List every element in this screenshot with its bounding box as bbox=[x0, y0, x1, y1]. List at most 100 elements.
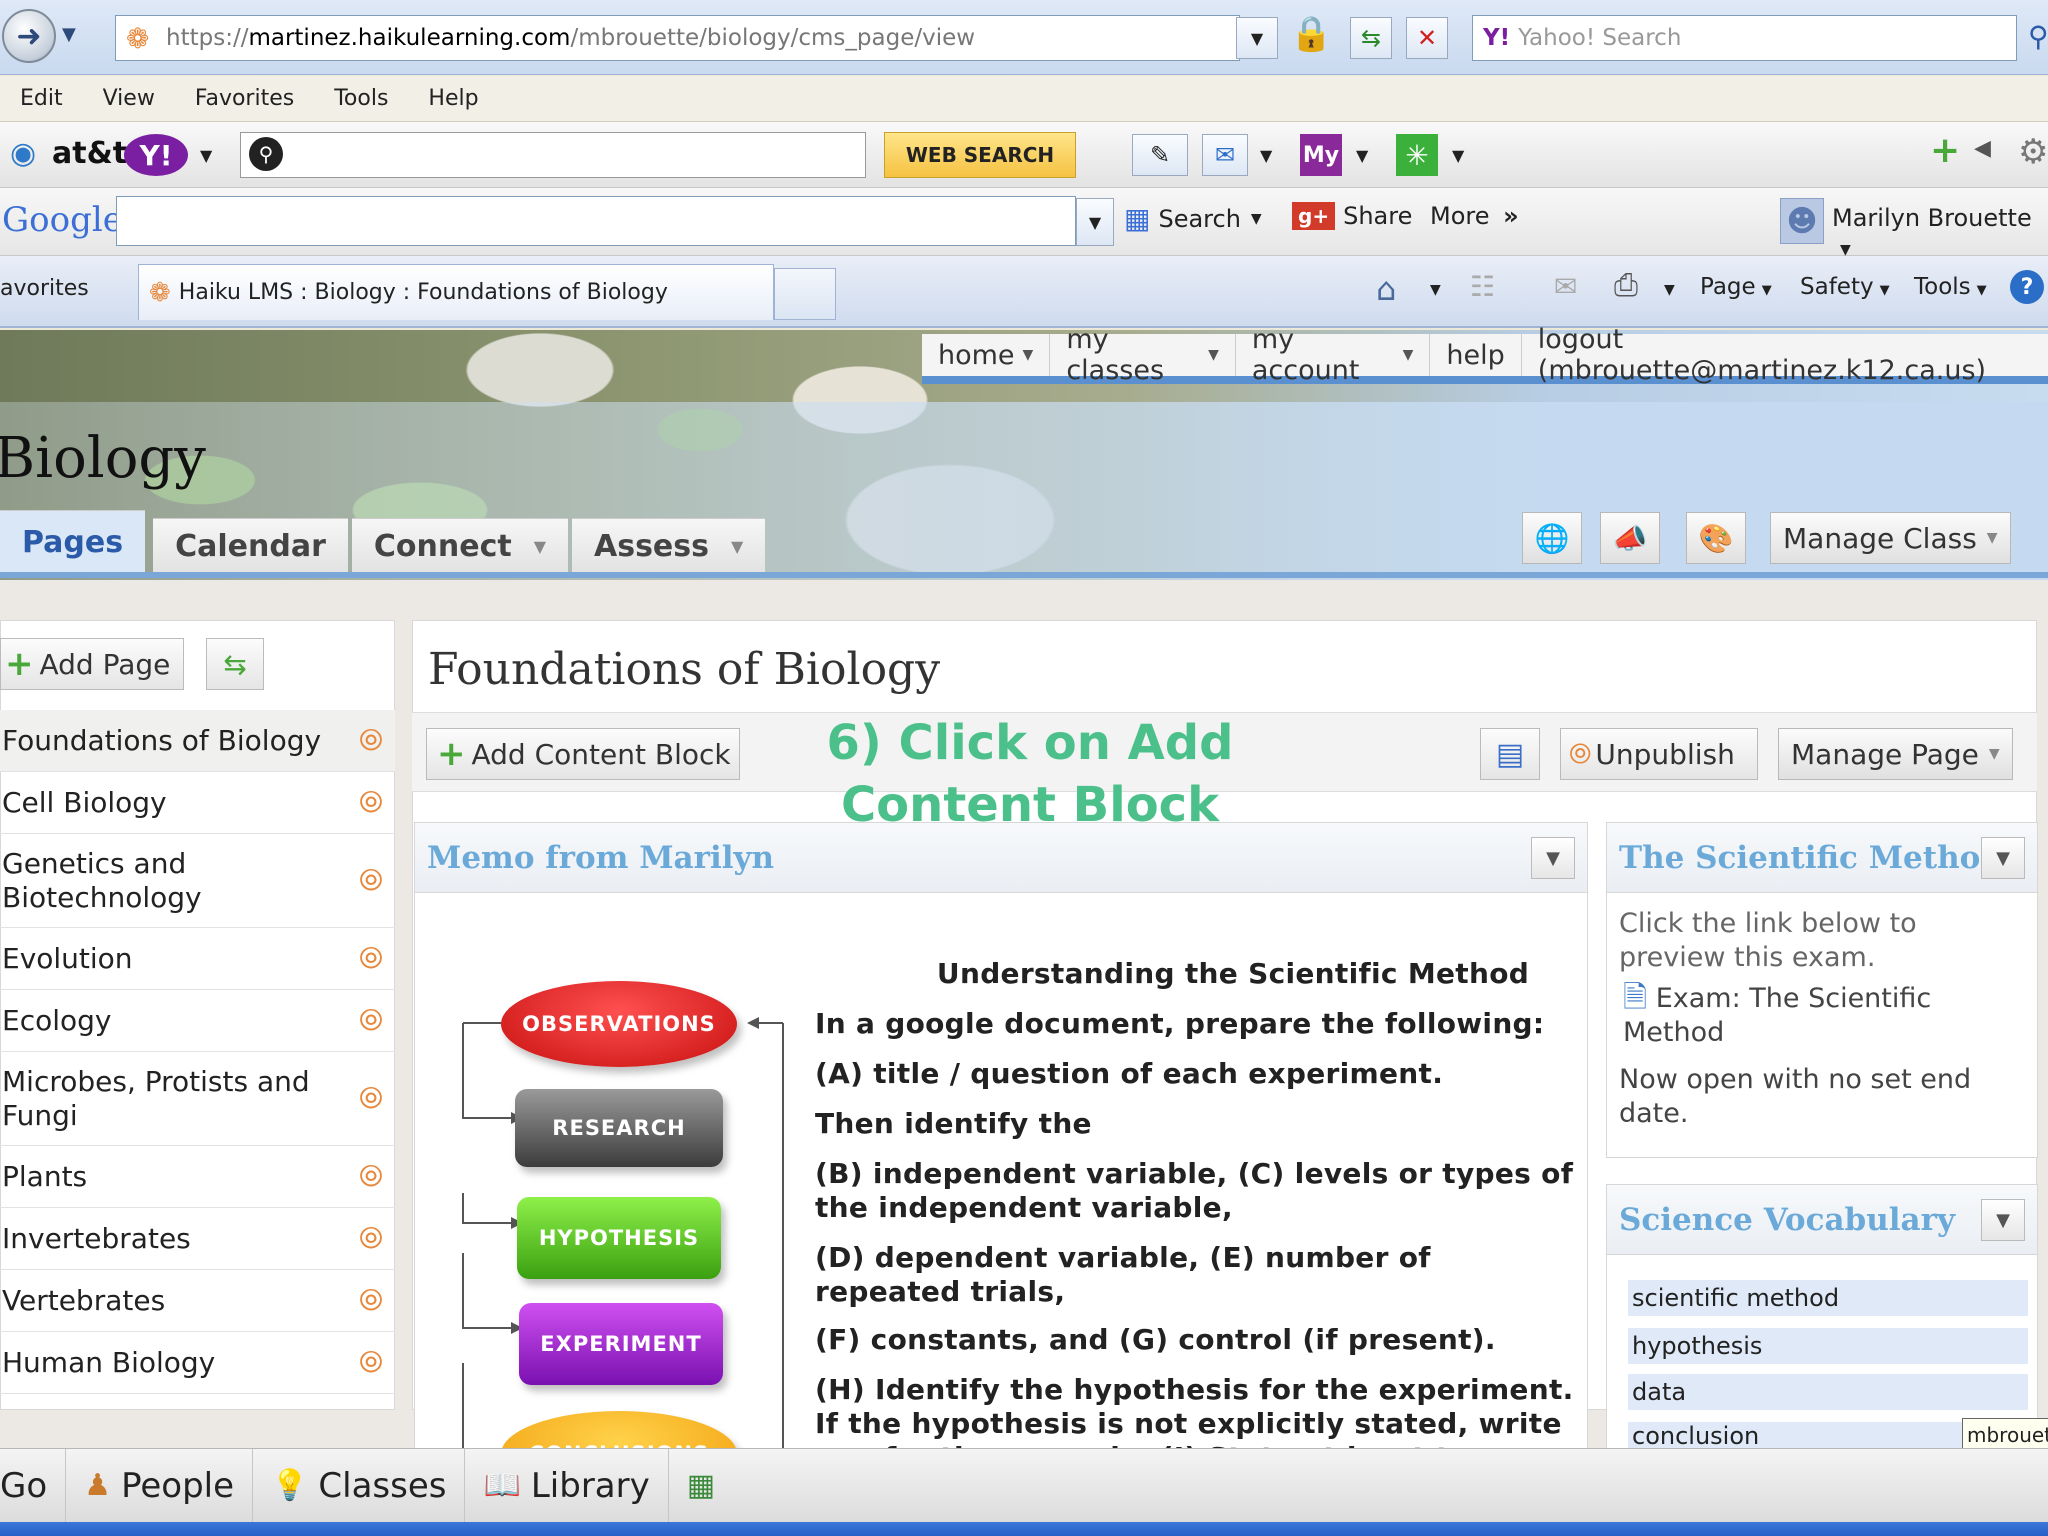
settings-gear-icon[interactable]: ⚙ bbox=[2018, 132, 2048, 172]
google-more-button[interactable]: More » bbox=[1430, 202, 1519, 230]
rss-feed-icon[interactable]: ⦾ bbox=[353, 863, 389, 899]
lock-icon[interactable]: 🔒 bbox=[1290, 14, 1332, 54]
widget-icon[interactable]: ✳ bbox=[1396, 134, 1438, 176]
command-tools-menu[interactable]: Tools ▼ bbox=[1914, 274, 1987, 300]
menu-favorites[interactable]: Favorites bbox=[195, 86, 294, 111]
my-yahoo-caret-icon[interactable]: ▼ bbox=[1356, 146, 1368, 165]
tab-calendar[interactable]: Calendar bbox=[153, 518, 348, 574]
page-item-vertebrates[interactable]: Vertebrates ⦾ bbox=[0, 1270, 395, 1332]
globe-icon[interactable]: 🌐 bbox=[1522, 512, 1582, 564]
add-page-button[interactable]: + Add Page bbox=[0, 638, 184, 690]
page-item-microbes-protists-and-fungi[interactable]: Microbes, Protists and Fungi ⦾ bbox=[0, 1052, 395, 1146]
rss-feed-icon[interactable]: ⦾ bbox=[353, 1345, 389, 1381]
url-field[interactable]: ❁ https://martinez.haikulearning.com/mbr… bbox=[115, 15, 1240, 61]
my-yahoo-icon[interactable]: My bbox=[1300, 134, 1342, 176]
bottom-google-apps-button[interactable]: ▦ bbox=[669, 1449, 743, 1522]
bottom-library-button[interactable]: 📖 Library bbox=[465, 1449, 669, 1522]
print-icon[interactable]: ⎙ bbox=[1614, 268, 1638, 303]
google-search-button[interactable]: ▦ Search ▼ bbox=[1124, 202, 1262, 235]
add-content-block-button[interactable]: + Add Content Block bbox=[426, 728, 740, 780]
manage-page-button[interactable]: Manage Page ▼ bbox=[1778, 728, 2013, 780]
browser-tab-active[interactable]: ❁ Haiku LMS : Biology : Foundations of B… bbox=[138, 264, 774, 320]
nav-home[interactable]: home ▼ bbox=[922, 334, 1051, 376]
home-caret-icon[interactable]: ▼ bbox=[1430, 282, 1441, 298]
rss-feed-icon[interactable]: ⦾ bbox=[353, 1159, 389, 1195]
page-item-genetics-and-biotechnology[interactable]: Genetics and Biotechnology ⦾ bbox=[0, 834, 395, 928]
layout-icon[interactable]: ▤ bbox=[1480, 728, 1540, 780]
web-search-button[interactable]: WEB SEARCH bbox=[884, 132, 1076, 178]
nav-my-classes[interactable]: my classes ▼ bbox=[1050, 324, 1236, 386]
print-caret-icon[interactable]: ▼ bbox=[1664, 282, 1675, 298]
collapse-caret-icon[interactable]: ▼ bbox=[1981, 837, 2025, 879]
att-label[interactable]: at&t bbox=[52, 136, 127, 171]
google-share-button[interactable]: g+ Share bbox=[1292, 202, 1412, 230]
yahoo-search-field[interactable]: Y! Yahoo! Search bbox=[1472, 15, 2017, 61]
refresh-icon[interactable]: ⇆ bbox=[1350, 17, 1392, 59]
user-avatar[interactable]: ☻ bbox=[1780, 198, 1824, 244]
menu-edit[interactable]: Edit bbox=[20, 86, 63, 111]
pencil-icon[interactable]: ✎ bbox=[1132, 134, 1188, 176]
widget-caret-icon[interactable]: ▼ bbox=[1452, 146, 1464, 165]
nav-my-account[interactable]: my account ▼ bbox=[1236, 324, 1431, 386]
rss-feed-icon[interactable]: ⦾ bbox=[353, 723, 389, 759]
rss-feed-icon[interactable]: ⦾ bbox=[353, 1283, 389, 1319]
nav-logout[interactable]: logout (mbrouette@martinez.k12.ca.us) bbox=[1522, 324, 2048, 386]
menu-tools[interactable]: Tools bbox=[334, 86, 388, 111]
feeds-icon[interactable]: ☷ bbox=[1470, 270, 1495, 303]
unpublish-button[interactable]: ⦾ Unpublish bbox=[1560, 728, 1758, 780]
page-item-plants[interactable]: Plants ⦾ bbox=[0, 1146, 395, 1208]
history-dropdown-icon[interactable]: ▼ bbox=[62, 24, 76, 45]
command-page-menu[interactable]: Page ▼ bbox=[1700, 274, 1772, 300]
page-item-human-biology[interactable]: Human Biology ⦾ bbox=[0, 1332, 395, 1394]
vocab-item[interactable]: hypothesis bbox=[1628, 1328, 2028, 1364]
google-search-dropdown-icon[interactable]: ▼ bbox=[1076, 198, 1114, 246]
help-icon[interactable]: ? bbox=[2010, 270, 2044, 304]
read-mail-icon[interactable]: ✉ bbox=[1554, 270, 1577, 303]
tab-connect[interactable]: Connect ▼ bbox=[351, 518, 568, 574]
bottom-people-button[interactable]: ♟ People bbox=[66, 1449, 254, 1522]
rss-feed-icon[interactable]: ⦾ bbox=[353, 1003, 389, 1039]
nav-help[interactable]: help bbox=[1430, 334, 1522, 376]
theme-palette-icon[interactable]: 🎨 bbox=[1686, 512, 1746, 564]
page-item-evolution[interactable]: Evolution ⦾ bbox=[0, 928, 395, 990]
collapse-caret-icon[interactable]: ▼ bbox=[1531, 837, 1575, 879]
rss-feed-icon[interactable]: ⦾ bbox=[353, 941, 389, 977]
vocab-item[interactable]: data bbox=[1628, 1374, 2028, 1410]
rss-feed-icon[interactable]: ⦾ bbox=[353, 1221, 389, 1257]
favorites-label[interactable]: avorites bbox=[0, 276, 89, 301]
mail-icon[interactable]: ✉ bbox=[1202, 134, 1248, 176]
exam-link[interactable]: 🗎 Exam: The Scientific Method bbox=[1623, 981, 2023, 1050]
announce-icon[interactable]: 📣 bbox=[1600, 512, 1660, 564]
menu-view[interactable]: View bbox=[103, 86, 155, 111]
collapse-caret-icon[interactable]: ▼ bbox=[1981, 1199, 2025, 1241]
rss-feed-icon[interactable]: ⦾ bbox=[353, 785, 389, 821]
page-item-ecology[interactable]: Ecology ⦾ bbox=[0, 990, 395, 1052]
command-safety-menu[interactable]: Safety ▼ bbox=[1800, 274, 1890, 300]
page-item-invertebrates[interactable]: Invertebrates ⦾ bbox=[0, 1208, 395, 1270]
add-button-icon[interactable]: + bbox=[1930, 130, 1960, 171]
vocab-item[interactable]: scientific method bbox=[1628, 1280, 2028, 1316]
tab-assess[interactable]: Assess ▼ bbox=[572, 518, 766, 574]
new-tab-button[interactable] bbox=[774, 268, 836, 320]
reorder-pages-icon[interactable]: ⇆ bbox=[206, 638, 264, 690]
rss-feed-icon[interactable]: ⦾ bbox=[353, 1081, 389, 1117]
search-go-icon[interactable]: ⚲ bbox=[2028, 20, 2048, 53]
tab-pages[interactable]: Pages bbox=[0, 510, 146, 574]
yahoo-menu-caret-icon[interactable]: ▼ bbox=[200, 146, 212, 165]
home-icon[interactable]: ⌂ bbox=[1376, 270, 1396, 308]
back-icon[interactable]: ➜ bbox=[2, 9, 56, 63]
manage-class-button[interactable]: Manage Class ▼ bbox=[1770, 512, 2011, 564]
yahoo-toolbar-search-input[interactable]: ⚲ bbox=[240, 132, 866, 178]
menu-help[interactable]: Help bbox=[428, 86, 478, 111]
google-user-menu[interactable]: Marilyn Brouette ▼ bbox=[1832, 204, 2048, 260]
google-search-input[interactable] bbox=[116, 196, 1076, 246]
page-item-foundations-of-biology[interactable]: Foundations of Biology ⦾ bbox=[0, 710, 395, 772]
page-item-cell-biology[interactable]: Cell Biology ⦾ bbox=[0, 772, 395, 834]
url-dropdown-icon[interactable]: ▼ bbox=[1236, 17, 1278, 59]
yahoo-logo-icon[interactable]: Y! bbox=[124, 134, 188, 176]
bottom-go-button[interactable]: Go bbox=[0, 1449, 67, 1522]
mail-caret-icon[interactable]: ▼ bbox=[1260, 146, 1272, 165]
stop-icon[interactable]: ✕ bbox=[1406, 17, 1448, 59]
scroll-left-icon[interactable]: ◀ bbox=[1974, 136, 1991, 161]
bottom-classes-button[interactable]: 💡 Classes bbox=[253, 1449, 466, 1522]
